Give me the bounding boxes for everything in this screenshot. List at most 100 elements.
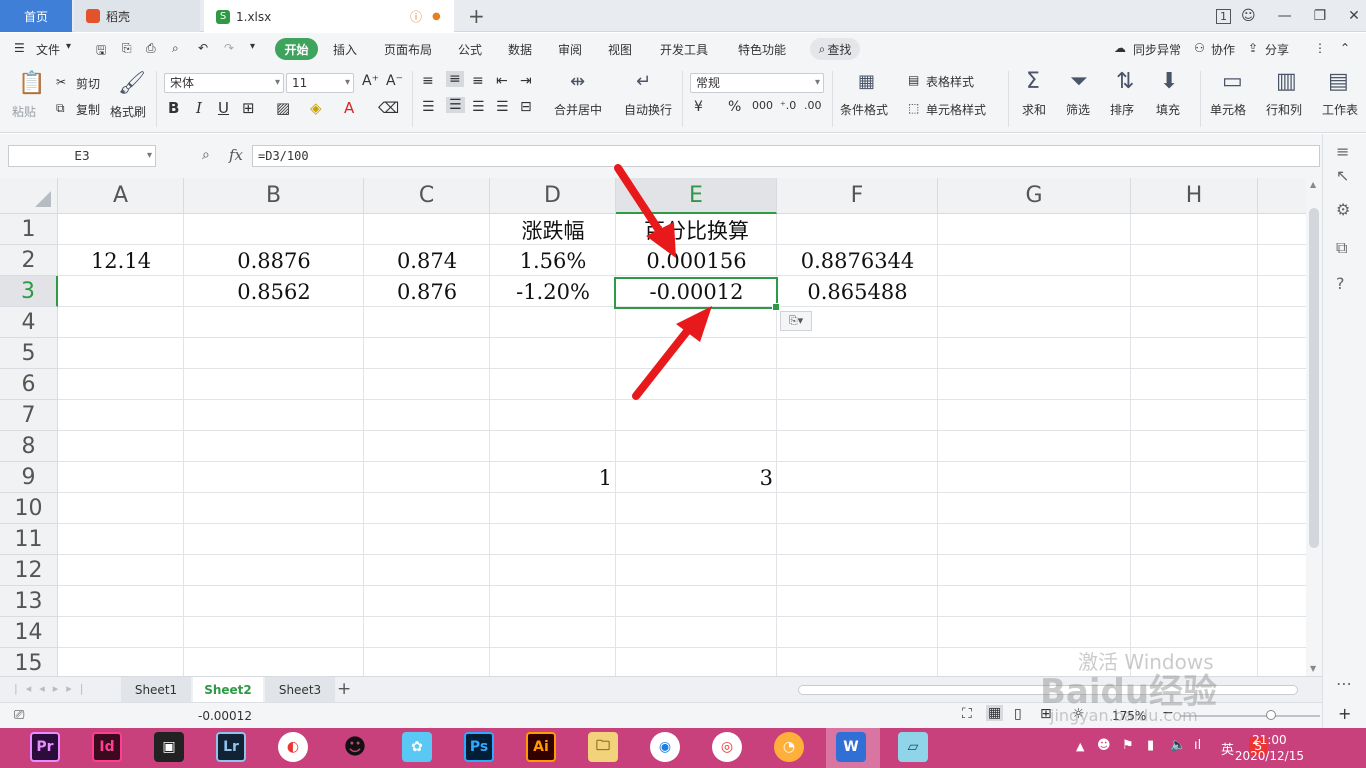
align-left-icon[interactable]: ☰ [422,99,435,115]
column-header-h[interactable]: H [1131,178,1258,214]
column-header-i[interactable] [1258,178,1306,214]
sheet-tab-2[interactable]: Sheet2 [193,677,263,702]
premiere-icon[interactable]: Pr [30,732,60,762]
quick-access-more-icon[interactable]: ▾ [250,41,255,52]
sheet-nav-icons[interactable]: |◂◂▸▸| [14,682,92,695]
row-header-14[interactable]: 14 [0,617,58,648]
align-bottom-icon[interactable]: ≡ [472,73,484,89]
table-style-button[interactable]: 表格样式 [926,73,974,90]
justify-icon[interactable]: ☰ [496,99,509,115]
notes-icon[interactable]: ▱ [898,732,928,762]
fill-color-icon[interactable]: ◈ [310,99,322,117]
zoom-in-icon[interactable]: + [1338,704,1351,723]
tray-flag-icon[interactable]: ⚑ [1122,738,1134,753]
sort-button[interactable]: 排序 [1110,101,1134,118]
column-header-d[interactable]: D [490,178,616,214]
ime-indicator[interactable]: 英 [1221,739,1234,758]
vertical-scroll-thumb[interactable] [1309,208,1319,548]
cell-e2[interactable]: 0.000156 [616,245,777,276]
cell-d3[interactable]: -1.20% [490,276,616,307]
page-layout-icon[interactable]: ▯ [1014,706,1022,722]
scroll-down-icon[interactable]: ▼ [1310,664,1316,673]
cell-b3[interactable]: 0.8562 [184,276,364,307]
cloud-sync-icon[interactable]: ☁ [1114,41,1126,55]
currency-icon[interactable]: ¥ [694,99,703,115]
more-options-icon[interactable]: ⋯ [1336,674,1352,693]
row-col-button[interactable]: 行和列 [1266,101,1302,118]
menu-home[interactable]: 开始 [275,38,318,60]
row-header-10[interactable]: 10 [0,493,58,524]
cell-b2[interactable]: 0.8876 [184,245,364,276]
scroll-up-icon[interactable]: ▲ [1310,180,1316,189]
paste-options-button[interactable]: ⎘▾ [780,311,812,331]
worksheet-button[interactable]: 工作表 [1322,101,1358,118]
tray-expand-icon[interactable]: ▲ [1076,740,1084,753]
paste-button[interactable]: 粘贴 [12,103,36,120]
row-header-1[interactable]: 1 [0,214,58,245]
copy-button[interactable]: 复制 [76,101,100,118]
bold-icon[interactable]: B [168,99,179,117]
cell-e3[interactable]: -0.00012 [616,276,777,307]
zoom-formula-icon[interactable]: ⌕ [202,147,210,163]
menu-data[interactable]: 数据 [508,41,532,58]
hamburger-icon[interactable]: ☰ [14,41,25,55]
column-header-b[interactable]: B [184,178,364,214]
help-icon[interactable]: ? [1336,274,1345,293]
cell-f3[interactable]: 0.865488 [777,276,938,307]
row-header-3[interactable]: 3 [0,276,58,307]
column-header-f[interactable]: F [777,178,938,214]
qq-icon[interactable]: ☻ [340,732,370,762]
wps-icon[interactable]: W [836,732,866,762]
normal-view-icon[interactable]: ▦ [986,705,1004,721]
menu-features[interactable]: 特色功能 [738,41,786,58]
backup-icon[interactable]: ⧉ [1336,238,1347,258]
redo-icon[interactable]: ↷ [224,41,234,55]
align-right-icon[interactable]: ☰ [472,99,485,115]
row-header-7[interactable]: 7 [0,400,58,431]
column-header-g[interactable]: G [938,178,1131,214]
menu-developer[interactable]: 开发工具 [660,41,708,58]
align-center-icon[interactable]: ☰ [446,97,465,113]
cell-c2[interactable]: 0.874 [364,245,490,276]
row-header-15[interactable]: 15 [0,648,58,676]
chrome-icon[interactable]: ◎ [712,732,742,762]
chat-app-icon[interactable]: ✿ [402,732,432,762]
tab-home[interactable]: 首页 [0,0,72,32]
zoom-slider-handle[interactable] [1266,710,1276,720]
select-tool-icon[interactable]: ↖ [1336,166,1349,185]
row-header-13[interactable]: 13 [0,586,58,617]
collab-button[interactable]: 协作 [1211,41,1235,58]
row-header-5[interactable]: 5 [0,338,58,369]
print-preview-icon[interactable]: ⌕ [172,41,179,56]
italic-icon[interactable]: I [196,99,202,117]
cut-button[interactable]: 剪切 [76,75,100,92]
properties-icon[interactable]: ⚙ [1336,200,1350,219]
chevron-down-icon[interactable]: ▾ [66,41,71,52]
cell-d9[interactable]: 1 [490,462,616,493]
cell-a2[interactable]: 12.14 [58,245,184,276]
row-header-4[interactable]: 4 [0,307,58,338]
increase-decimal-icon[interactable]: ⁺.0 [780,99,796,112]
number-format-select[interactable]: 常规 [690,73,824,93]
row-header-6[interactable]: 6 [0,369,58,400]
menu-view[interactable]: 视图 [608,41,632,58]
menu-formula[interactable]: 公式 [458,41,482,58]
menu-review[interactable]: 审阅 [558,41,582,58]
underline-icon[interactable]: U [218,99,229,117]
cell-d1[interactable]: 涨跌幅 [490,214,616,245]
tray-qq-icon[interactable]: ☻ [1097,738,1111,753]
fill-style-icon[interactable]: ▨ [276,99,290,117]
row-header-11[interactable]: 11 [0,524,58,555]
font-size-select[interactable]: 11 [286,73,354,93]
illustrator-icon[interactable]: Ai [526,732,556,762]
sync-status[interactable]: 同步异常 [1133,41,1181,58]
video-editor-icon[interactable]: ▣ [154,732,184,762]
column-header-c[interactable]: C [364,178,490,214]
border-icon[interactable]: ⊞ [242,99,255,117]
avatar[interactable]: ☺ [1241,8,1256,24]
row-header-8[interactable]: 8 [0,431,58,462]
fullscreen-icon[interactable]: ⛶ [962,706,972,722]
add-sheet-button[interactable]: + [337,679,351,699]
font-family-select[interactable]: 宋体 [164,73,284,93]
row-header-2[interactable]: 2 [0,245,58,276]
